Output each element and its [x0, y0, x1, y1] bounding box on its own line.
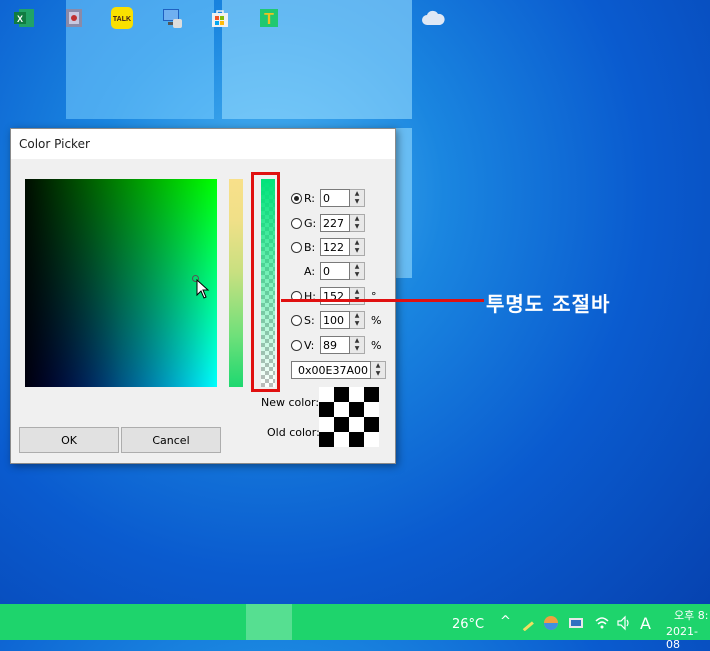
- old-color-swatch[interactable]: [319, 417, 379, 447]
- green-label: G:: [304, 216, 317, 230]
- value-radio[interactable]: [291, 339, 302, 351]
- windows-logo-pane: [222, 0, 412, 119]
- new-color-label: New color:: [261, 396, 320, 409]
- blue-input[interactable]: 122: [320, 238, 350, 256]
- spin-up-icon[interactable]: ▲: [350, 239, 364, 247]
- blue-label: B:: [304, 240, 316, 254]
- weather-cloud-icon[interactable]: [420, 6, 446, 30]
- weather-temperature[interactable]: 26°C: [452, 617, 484, 632]
- green-radio[interactable]: [291, 217, 302, 229]
- spin-down-icon[interactable]: ▼: [350, 247, 364, 255]
- red-label: R:: [304, 191, 316, 205]
- spin-up-icon[interactable]: ▲: [371, 362, 385, 370]
- spin-up-icon[interactable]: ▲: [350, 215, 364, 223]
- spin-up-icon[interactable]: ▲: [350, 337, 364, 345]
- svg-text:T: T: [264, 11, 274, 28]
- annotation-pointer-line: [281, 299, 484, 302]
- hue-field-row: H: 152 ▲▼ °: [291, 287, 377, 305]
- alpha-slider-highlight: [251, 172, 280, 392]
- saturation-input[interactable]: 100: [320, 311, 350, 329]
- store-icon[interactable]: [208, 6, 232, 30]
- value-field-row: V: 89 ▲ ▼ %: [291, 336, 381, 354]
- cancel-button[interactable]: Cancel: [121, 427, 221, 453]
- green-field-row: G: 227 ▲ ▼: [291, 214, 365, 232]
- spin-down-icon[interactable]: ▼: [350, 345, 364, 353]
- annotation-label: 투명도 조절바: [486, 292, 611, 316]
- value-label: V:: [304, 338, 315, 352]
- saturation-radio[interactable]: [291, 314, 302, 326]
- hue-spinner[interactable]: 152 ▲▼: [320, 287, 365, 305]
- value-spinner[interactable]: 89 ▲ ▼: [320, 336, 365, 354]
- spin-up-icon[interactable]: ▲: [350, 190, 364, 198]
- spin-down-icon[interactable]: ▼: [350, 271, 364, 279]
- clock-date[interactable]: 2021-08: [666, 625, 710, 651]
- clock-time[interactable]: 오후 8:: [674, 607, 708, 623]
- app-r-icon[interactable]: [62, 6, 86, 30]
- saturation-spinner[interactable]: 100 ▲ ▼: [320, 311, 365, 329]
- saturation-unit: %: [371, 313, 382, 327]
- red-field-row: R: 0 ▲ ▼: [291, 189, 365, 207]
- status-box-icon[interactable]: [568, 615, 584, 631]
- alpha-field-row: A: 0 ▲ ▼: [291, 262, 365, 280]
- old-color-label: Old color:: [267, 426, 320, 439]
- ime-indicator[interactable]: A: [640, 614, 651, 633]
- blue-spinner[interactable]: 122 ▲ ▼: [320, 238, 365, 256]
- green-input[interactable]: 227: [320, 214, 350, 232]
- red-spinner[interactable]: 0 ▲ ▼: [320, 189, 365, 207]
- spin-down-icon[interactable]: ▼: [350, 320, 364, 328]
- ok-button[interactable]: OK: [19, 427, 119, 453]
- colorful-ball-icon[interactable]: [543, 615, 559, 631]
- spin-down-icon[interactable]: ▼: [350, 223, 364, 231]
- dialog-title: Color Picker: [11, 129, 395, 159]
- spin-down-icon[interactable]: ▼: [371, 370, 385, 378]
- saturation-value-area[interactable]: [25, 179, 217, 387]
- saturation-label: S:: [304, 313, 315, 327]
- pen-icon[interactable]: [520, 615, 536, 631]
- hue-input[interactable]: 152: [320, 287, 350, 305]
- app-t-icon[interactable]: T: [257, 6, 281, 30]
- hex-input[interactable]: 0x00E37A00: [291, 361, 371, 379]
- windows-logo-pane: [66, 0, 214, 119]
- spin-up-icon[interactable]: ▲: [350, 312, 364, 320]
- spin-up-icon[interactable]: ▲: [350, 263, 364, 271]
- alpha-label: A:: [304, 264, 316, 278]
- red-radio[interactable]: [291, 192, 302, 204]
- mouse-cursor-icon: [196, 279, 210, 299]
- green-spinner[interactable]: 227 ▲ ▼: [320, 214, 365, 232]
- excel-icon[interactable]: X: [12, 6, 36, 30]
- network-computer-icon[interactable]: [160, 6, 184, 30]
- kakaotalk-label: TALK: [113, 16, 131, 23]
- blue-field-row: B: 122 ▲ ▼: [291, 238, 365, 256]
- saturation-field-row: S: 100 ▲ ▼ %: [291, 311, 381, 329]
- svg-text:X: X: [17, 14, 23, 24]
- spin-up-icon[interactable]: ▲: [350, 288, 364, 296]
- wifi-icon[interactable]: [594, 615, 610, 631]
- hex-spinner[interactable]: 0x00E37A00 ▲ ▼: [291, 361, 386, 379]
- hue-slider[interactable]: [229, 179, 243, 387]
- taskbar-active-indicator: [246, 604, 292, 640]
- chevron-up-icon[interactable]: ^: [500, 614, 511, 629]
- value-unit: %: [371, 338, 382, 352]
- alpha-input[interactable]: 0: [320, 262, 350, 280]
- new-color-swatch: [319, 387, 379, 417]
- red-input[interactable]: 0: [320, 189, 350, 207]
- spin-down-icon[interactable]: ▼: [350, 198, 364, 206]
- alpha-spinner[interactable]: 0 ▲ ▼: [320, 262, 365, 280]
- value-input[interactable]: 89: [320, 336, 350, 354]
- kakaotalk-icon[interactable]: TALK: [110, 6, 134, 30]
- speaker-icon[interactable]: [616, 615, 632, 631]
- blue-radio[interactable]: [291, 241, 302, 253]
